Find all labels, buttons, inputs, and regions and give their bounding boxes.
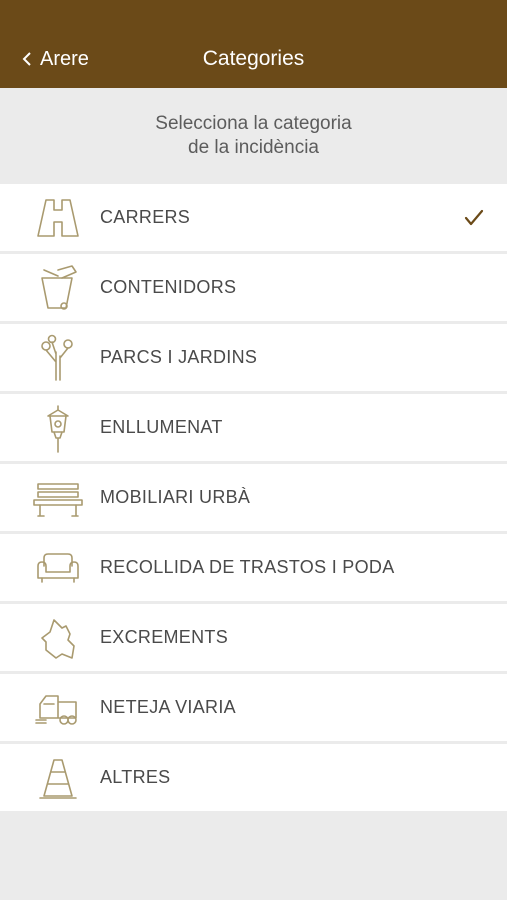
category-label: RECOLLIDA DE TRASTOS I PODA [100,557,395,577]
category-label: ALTRES [100,767,171,787]
tree-icon [32,332,84,384]
traffic-cone-icon [32,752,84,804]
category-row-contenidors[interactable]: CONTENIDORS [0,254,507,321]
road-icon [32,192,84,244]
category-row-parcs-i-jardins[interactable]: PARCS I JARDINS [0,324,507,391]
category-row-enllumenat[interactable]: ENLLUMENAT [0,394,507,461]
category-label: PARCS I JARDINS [100,347,258,367]
checkmark-icon [463,208,485,228]
sofa-icon [32,542,84,594]
dog-icon [32,612,84,664]
category-label: CONTENIDORS [100,277,237,297]
sweeper-truck-icon [32,682,84,734]
bench-icon [32,472,84,524]
instruction-header: Selecciona la categoria de la incidència [0,88,507,184]
category-label: NETEJA VIARIA [100,697,236,717]
category-label: MOBILIARI URBÀ [100,487,251,507]
category-label: EXCREMENTS [100,627,229,647]
instruction-line-1: Selecciona la categoria [155,113,352,134]
instruction-line-2: de la incidència [188,137,319,158]
category-row-mobiliari-urba[interactable]: MOBILIARI URBÀ [0,464,507,531]
category-row-altres[interactable]: ALTRES [0,744,507,811]
category-label: CARRERS [100,207,191,227]
navigation-bar: Arere Categories [0,0,507,88]
category-row-recollida[interactable]: RECOLLIDA DE TRASTOS I PODA [0,534,507,601]
street-lamp-icon [32,402,84,454]
category-list: CARRERS CONTENIDORS PARCS I JARDINS ENLL… [0,184,507,814]
category-row-excrements[interactable]: EXCREMENTS [0,604,507,671]
category-row-neteja-viaria[interactable]: NETEJA VIARIA [0,674,507,741]
page-title: Categories [202,47,305,70]
category-label: ENLLUMENAT [100,417,223,437]
trash-bin-icon [32,262,84,314]
category-row-carrers[interactable]: CARRERS [0,184,507,251]
